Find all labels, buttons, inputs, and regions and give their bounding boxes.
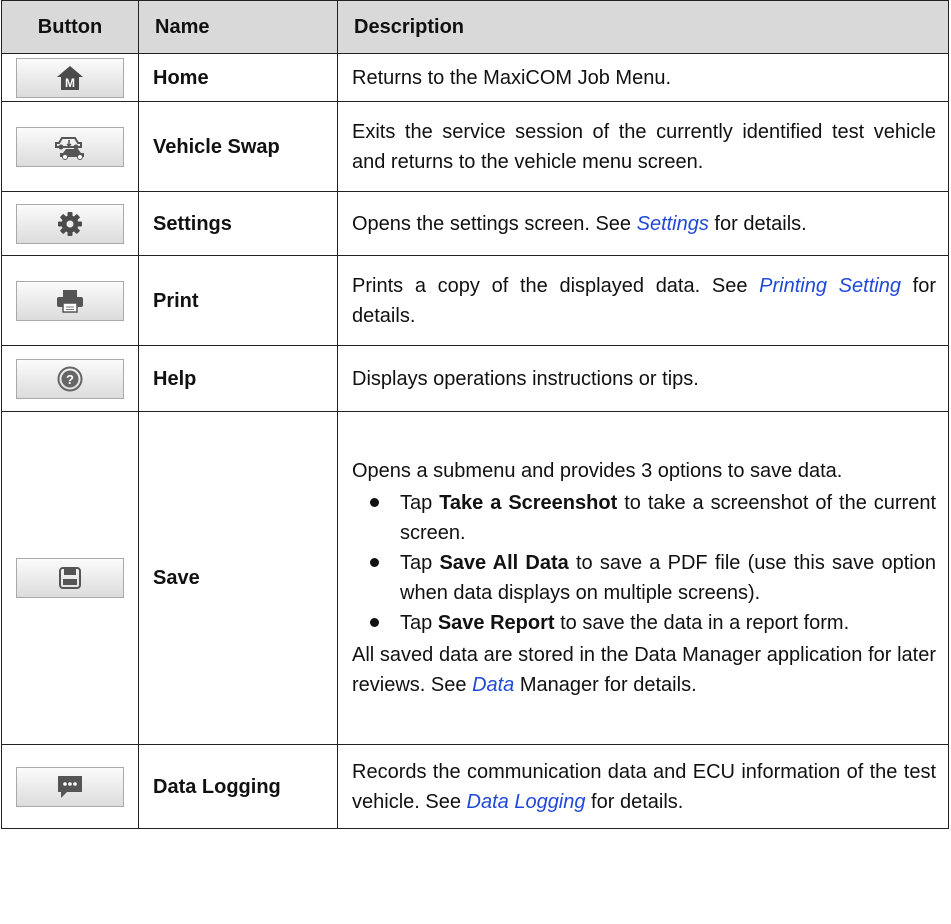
- header-description: Description: [337, 0, 949, 54]
- save-options-list: Tap Take a Screenshot to take a screensh…: [352, 488, 936, 638]
- row-name: Settings: [138, 191, 338, 256]
- row-name: Print: [138, 255, 338, 346]
- row-description: Records the communication data and ECU i…: [337, 744, 949, 829]
- table-row: M Home Returns to the MaxiCOM Job Menu.: [1, 53, 949, 102]
- header-name: Name: [138, 0, 338, 54]
- row-name: Save: [138, 411, 338, 745]
- home-button[interactable]: M: [16, 57, 124, 98]
- row-description: Opens a submenu and provides 3 options t…: [337, 411, 949, 745]
- row-description: Opens the settings screen. See Settings …: [337, 191, 949, 256]
- printing-setting-link[interactable]: Printing Setting: [759, 275, 901, 297]
- print-button[interactable]: [16, 280, 124, 321]
- save-outro: All saved data are stored in the Data Ma…: [352, 644, 936, 696]
- home-icon: M: [57, 65, 83, 90]
- save-intro: Opens a submenu and provides 3 options t…: [352, 460, 843, 482]
- row-description: Exits the service session of the current…: [337, 101, 949, 192]
- printer-icon: [57, 289, 83, 313]
- data-logging-button[interactable]: [16, 766, 124, 807]
- save-button[interactable]: [16, 558, 124, 598]
- save-icon: [59, 567, 81, 589]
- list-item: Tap Save Report to save the data in a re…: [352, 608, 936, 638]
- row-description: Prints a copy of the displayed data. See…: [337, 255, 949, 346]
- chat-icon: [58, 775, 82, 798]
- table-row: Print Prints a copy of the displayed dat…: [1, 255, 949, 346]
- data-logging-link[interactable]: Data Logging: [467, 791, 586, 813]
- row-description: Returns to the MaxiCOM Job Menu.: [337, 53, 949, 102]
- settings-button[interactable]: [16, 203, 124, 244]
- table-header-row: Button Name Description: [1, 0, 949, 54]
- table-row: Save Opens a submenu and provides 3 opti…: [1, 411, 949, 745]
- table-row: Settings Opens the settings screen. See …: [1, 191, 949, 256]
- table-row: Data Logging Records the communication d…: [1, 744, 949, 829]
- gear-icon: [58, 211, 82, 236]
- row-name: Help: [138, 345, 338, 412]
- list-item: Tap Take a Screenshot to take a screensh…: [352, 488, 936, 548]
- help-button[interactable]: ?: [16, 358, 124, 399]
- svg-text:M: M: [65, 76, 75, 90]
- vehicle-swap-button[interactable]: [16, 126, 124, 167]
- row-name: Vehicle Swap: [138, 101, 338, 192]
- list-item: Tap Save All Data to save a PDF file (us…: [352, 548, 936, 608]
- header-button: Button: [1, 0, 139, 54]
- table-row: ? Help Displays operations instructions …: [1, 345, 949, 412]
- data-manager-link[interactable]: Data: [472, 674, 514, 696]
- help-icon: ?: [57, 366, 83, 391]
- svg-text:?: ?: [66, 372, 74, 387]
- settings-link[interactable]: Settings: [637, 213, 709, 235]
- row-name: Home: [138, 53, 338, 102]
- row-description: Displays operations instructions or tips…: [337, 345, 949, 412]
- button-reference-table: Button Name Description M Home Returns t…: [1, 0, 949, 829]
- vehicle-swap-icon: [55, 136, 84, 160]
- table-row: Vehicle Swap Exits the service session o…: [1, 101, 949, 192]
- row-name: Data Logging: [138, 744, 338, 829]
